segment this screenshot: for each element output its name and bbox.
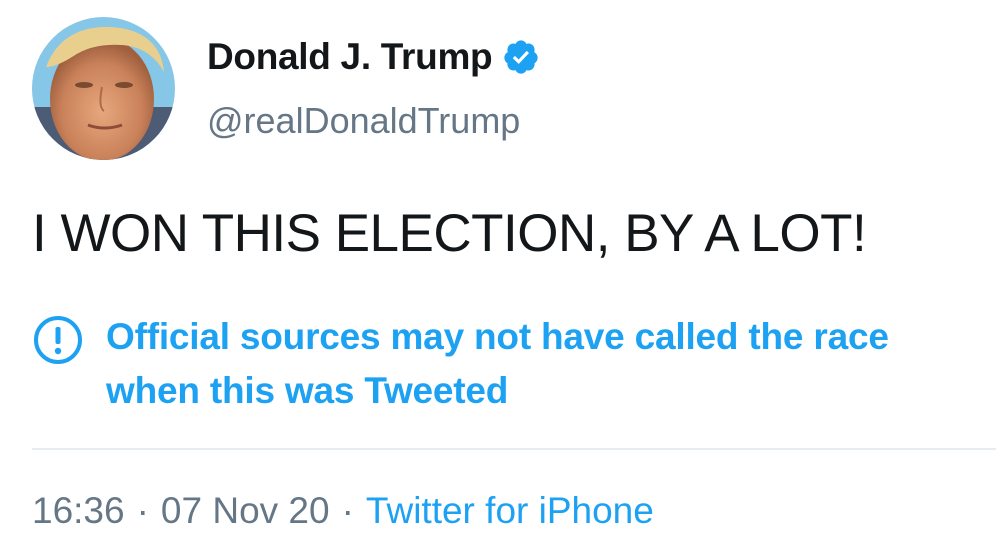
author-display-name[interactable]: Donald J. Trump	[207, 36, 493, 78]
exclamation-circle-icon	[34, 316, 82, 364]
tweet-time[interactable]: 16:36	[32, 490, 125, 531]
tweet-date[interactable]: 07 Nov 20	[161, 490, 330, 531]
tweet-meta: 16:36 · 07 Nov 20 · Twitter for iPhone	[32, 490, 654, 532]
avatar[interactable]	[32, 17, 175, 160]
author-name-row[interactable]: Donald J. Trump	[207, 33, 540, 81]
election-label[interactable]: Official sources may not have called the…	[32, 310, 972, 418]
meta-separator: ·	[341, 490, 354, 531]
divider	[32, 448, 996, 450]
profile-photo-icon	[32, 17, 175, 160]
tweet-source-link[interactable]: Twitter for iPhone	[366, 490, 654, 531]
verified-badge-icon	[504, 40, 538, 74]
author-handle[interactable]: @realDonaldTrump	[207, 100, 520, 142]
meta-separator: ·	[136, 490, 149, 531]
tweet-text: I WON THIS ELECTION, BY A LOT!	[32, 204, 867, 263]
election-label-text[interactable]: Official sources may not have called the…	[106, 310, 972, 418]
tweet-card: Donald J. Trump @realDonaldTrump I WON T…	[0, 0, 996, 546]
